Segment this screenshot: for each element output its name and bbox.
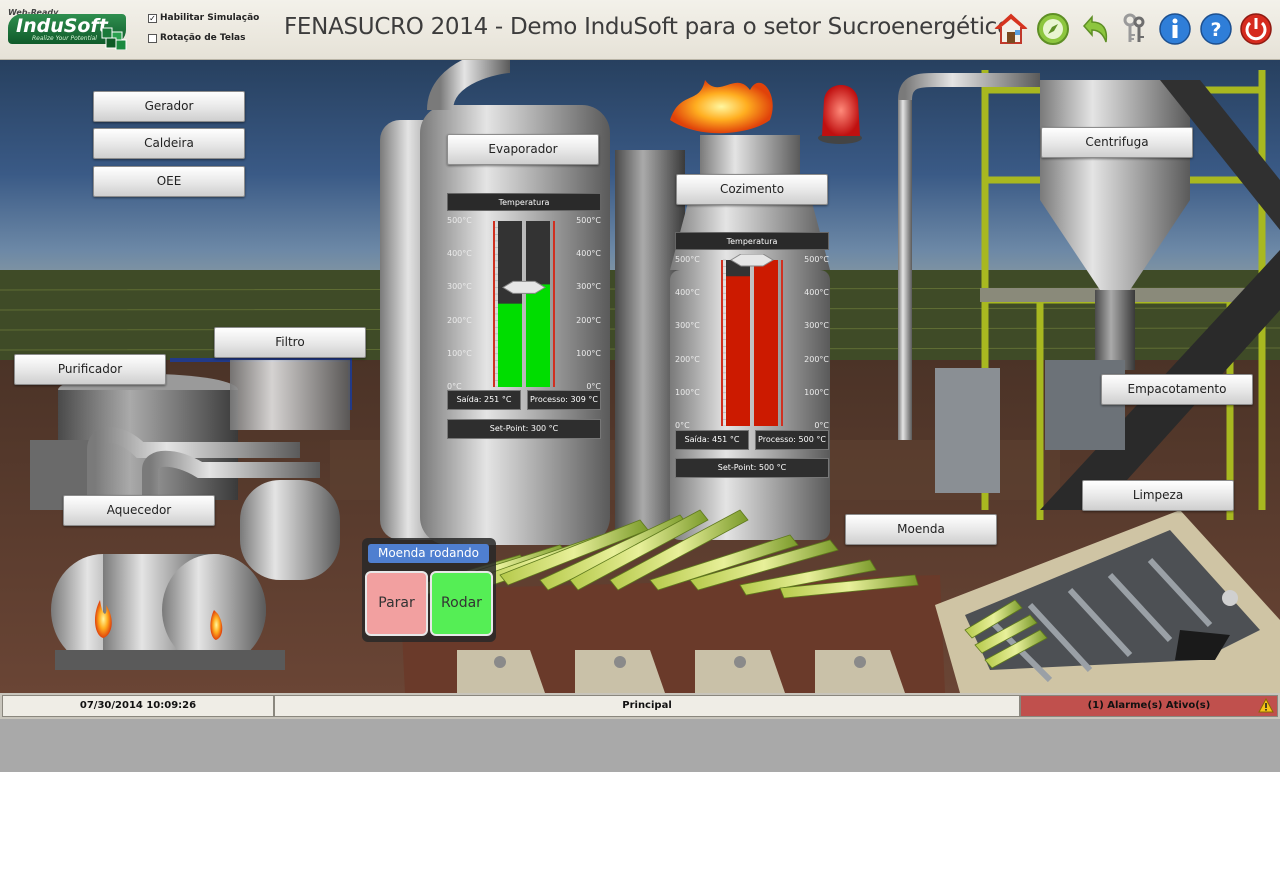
nav-button-evaporador[interactable]: Evaporador [447,134,599,165]
checkbox-unchecked-icon[interactable] [148,33,157,43]
navigation-icon[interactable] [1036,12,1070,46]
power-icon[interactable] [1239,12,1273,46]
gauge-scale-label: 100°C [675,387,700,397]
gauge-title: Temperatura [675,232,829,250]
gauge-processo-readout: Processo: 500 °C [755,430,829,450]
cubes-icon [101,27,127,50]
back-icon[interactable] [1078,12,1112,46]
gauge-rail [553,221,555,387]
gauge-processo-bar [754,260,778,426]
gauge-processo-readout: Processo: 309 °C [527,390,601,410]
nav-button-centrifuga[interactable]: Centrifuga [1041,127,1193,158]
gauge-rail [493,221,495,387]
gauge-scale-label: 400°C [576,249,601,259]
nav-button-purificador[interactable]: Purificador [14,354,166,385]
cozimento-temperature-gauge: Temperatura 500°C 500°C 400°C 400°C 300°C 300… [675,232,829,480]
status-bar: 07/30/2014 10:09:26 Principal (1) Alarme… [0,693,1280,719]
gauge-saida-readout: Saída: 251 °C [447,390,521,410]
help-icon[interactable]: ? [1199,12,1233,46]
gauge-scale-label: 0°C [675,421,690,430]
nav-button-gerador[interactable]: Gerador [93,91,245,122]
gauge-scale-label: 400°C [447,249,472,259]
nav-button-moenda[interactable]: Moenda [845,514,997,545]
gauge-scale-label: 400°C [804,288,829,298]
gauge-bars [493,220,555,387]
gauge-scale-label: 300°C [576,282,601,292]
nav-button-aquecedor[interactable]: Aquecedor [63,495,215,526]
nav-button-filtro[interactable]: Filtro [214,327,366,358]
lower-panel [0,719,1280,772]
gauge-scale-label: 500°C [804,255,829,264]
gauge-setpoint-slider[interactable] [502,280,546,294]
stop-button[interactable]: Parar [365,571,428,636]
header-bar: Web-Ready InduSoft Realize Your Potentia… [0,0,1280,60]
home-icon[interactable] [994,12,1028,46]
gauge-saida-readout: Saída: 451 °C [675,430,749,450]
screen-rotation-checkbox[interactable]: Rotação de Telas [148,33,245,43]
scada-window: Web-Ready InduSoft Realize Your Potentia… [0,0,1280,872]
gauge-scale-label: 300°C [804,321,829,331]
warning-icon [1258,698,1274,713]
gauge-scale-label: 300°C [447,282,472,292]
gauge-scale-label: 200°C [447,315,472,325]
gauge-scale-label: 200°C [804,354,829,364]
svg-text:?: ? [1210,19,1221,41]
gauge-setpoint-readout: Set-Point: 300 °C [447,419,601,439]
gauge-scale-label: 100°C [576,348,601,358]
gauge-rail [721,260,723,426]
gauge-scale-label: 500°C [447,216,472,225]
gauge-scale-label: 100°C [804,387,829,397]
nav-button-caldeira[interactable]: Caldeira [93,128,245,159]
status-current-screen: Principal [274,695,1020,717]
gauge-rail [781,260,783,426]
gauge-scale-label: 100°C [447,348,472,358]
simulation-checkbox-label: Habilitar Simulação [160,13,260,23]
simulation-checkbox[interactable]: ✓ Habilitar Simulação [148,13,259,23]
gauge-saida-bar [726,276,750,426]
plant-scene: Gerador Caldeira OEE Evaporador Coziment… [0,60,1280,693]
status-alarms-label: (1) Alarme(s) Ativo(s) [1087,700,1211,711]
status-alarms[interactable]: (1) Alarme(s) Ativo(s) [1020,695,1278,717]
indusoft-logo: Web-Ready InduSoft Realize Your Potentia… [6,8,130,52]
gauge-saida-bar [498,303,522,387]
evaporador-temperature-gauge: Temperatura 500°C 500°C 400°C 400°C 300°C 300… [447,193,601,441]
screen-rotation-checkbox-label: Rotação de Telas [160,33,246,43]
gauge-scale-label: 300°C [675,321,700,331]
keys-icon[interactable] [1118,12,1152,46]
gauge-setpoint-readout: Set-Point: 500 °C [675,458,829,478]
moenda-control-panel: Moenda rodando Parar Rodar [362,538,496,642]
nav-button-cozimento[interactable]: Cozimento [676,174,828,205]
gauge-scale-label: 200°C [675,354,700,364]
nav-button-oee[interactable]: OEE [93,166,245,197]
gauge-scale-label: 500°C [675,255,700,264]
gauge-scale-label: 400°C [675,288,700,298]
gauge-processo-bar [526,284,550,387]
moenda-status-label: Moenda rodando [368,544,489,563]
gauge-scale-label: 0°C [814,421,829,430]
info-icon[interactable] [1158,12,1192,46]
run-button[interactable]: Rodar [430,571,493,636]
status-datetime: 07/30/2014 10:09:26 [2,695,274,717]
gauge-scale-label: 200°C [576,315,601,325]
logo-tagline: Realize Your Potential [32,35,97,42]
page-title: FENASUCRO 2014 - Demo InduSoft para o se… [284,14,1011,40]
gauge-title: Temperatura [447,193,601,211]
logo-main-text: InduSoft [16,15,108,37]
gauge-setpoint-slider[interactable] [730,254,774,267]
checkbox-checked-icon[interactable]: ✓ [148,13,157,23]
nav-button-empacotamento[interactable]: Empacotamento [1101,374,1253,405]
gauge-bars [721,254,783,426]
nav-button-limpeza[interactable]: Limpeza [1082,480,1234,511]
gauge-scale-label: 500°C [576,216,601,225]
